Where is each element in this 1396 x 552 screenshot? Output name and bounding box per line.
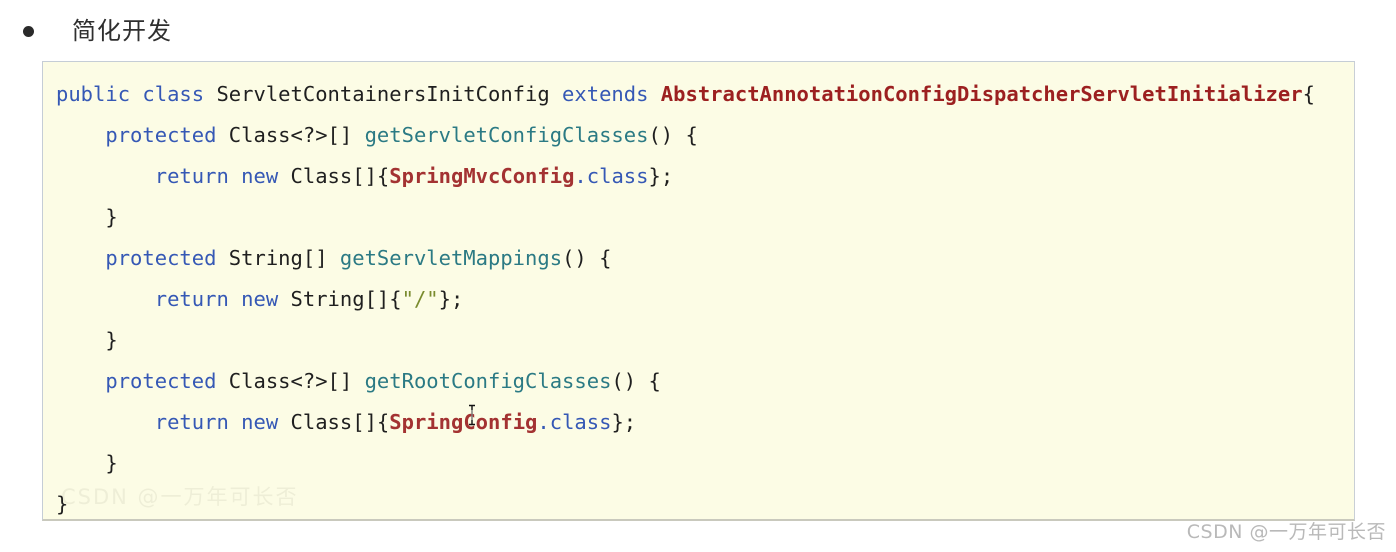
code-token-field: .class	[574, 164, 649, 188]
code-token-keyword: new	[241, 410, 279, 434]
code-token-keyword: new	[241, 287, 279, 311]
code-token-plain: String[]	[216, 246, 340, 270]
code-token-type: AbstractAnnotationConfigDispatcherServle…	[660, 82, 1303, 106]
csdn-watermark: CSDN @一万年可长否	[1186, 521, 1386, 543]
code-line: protected Class<?>[] getServletConfigCla…	[56, 115, 1354, 156]
code-token-plain: Class<?>[]	[216, 369, 365, 393]
code-token-plain: () {	[648, 123, 698, 147]
code-token-keyword: return	[154, 287, 229, 311]
code-token-plain: Class<?>[]	[216, 123, 365, 147]
bullet-dot-icon	[23, 25, 34, 37]
code-token-keyword: class	[142, 82, 205, 106]
code-token-plain: };	[611, 410, 637, 434]
code-token-plain: {	[1302, 82, 1315, 106]
code-line: return new Class[]{SpringConfig.class};	[56, 402, 1354, 443]
code-token-keyword: protected	[105, 123, 217, 147]
code-token-string: "/"	[401, 287, 439, 311]
code-token-plain: };	[438, 287, 464, 311]
code-token-plain: }	[56, 492, 69, 516]
code-token-plain: }	[56, 205, 118, 229]
code-line: protected Class<?>[] getRootConfigClasse…	[56, 361, 1354, 402]
code-token-plain: }	[56, 451, 118, 475]
code-token-field: .class	[537, 410, 612, 434]
code-token-keyword: new	[241, 164, 279, 188]
code-token-plain: Class[]{	[278, 410, 390, 434]
code-token-plain: () {	[562, 246, 612, 270]
code-token-plain: String[]{	[278, 287, 402, 311]
code-token-plain: ServletContainersInitConfig	[204, 82, 563, 106]
code-token-plain: }	[56, 328, 118, 352]
code-line: }	[56, 320, 1354, 361]
code-token-method: getServletConfigClasses	[364, 123, 649, 147]
page-title: 简化开发	[72, 17, 172, 45]
code-line: return new Class[]{SpringMvcConfig.class…	[56, 156, 1354, 197]
code-block[interactable]: public class ServletContainersInitConfig…	[42, 61, 1355, 521]
code-token-keyword: return	[154, 410, 229, 434]
code-line: public class ServletContainersInitConfig…	[56, 74, 1354, 115]
code-token-plain: () {	[611, 369, 661, 393]
code-line: }	[56, 197, 1354, 238]
code-line: }	[56, 484, 1354, 519]
code-token-method: getRootConfigClasses	[364, 369, 612, 393]
code-line: protected String[] getServletMappings() …	[56, 238, 1354, 279]
code-token-constant: SpringMvcConfig	[389, 164, 575, 188]
code-content[interactable]: public class ServletContainersInitConfig…	[43, 62, 1354, 519]
code-token-plain: };	[648, 164, 674, 188]
code-token-method: getServletMappings	[339, 246, 563, 270]
bullet-heading: 简化开发	[0, 10, 172, 52]
code-lines: public class ServletContainersInitConfig…	[56, 74, 1354, 519]
code-token-constant: SpringConfig	[389, 410, 538, 434]
code-token-keyword: extends	[562, 82, 649, 106]
code-token-keyword: return	[154, 164, 229, 188]
code-line: return new String[]{"/"};	[56, 279, 1354, 320]
code-token-keyword: public	[56, 82, 131, 106]
code-token-plain: Class[]{	[278, 164, 390, 188]
code-token-keyword: protected	[105, 246, 217, 270]
code-line: }	[56, 443, 1354, 484]
code-token-keyword: protected	[105, 369, 217, 393]
